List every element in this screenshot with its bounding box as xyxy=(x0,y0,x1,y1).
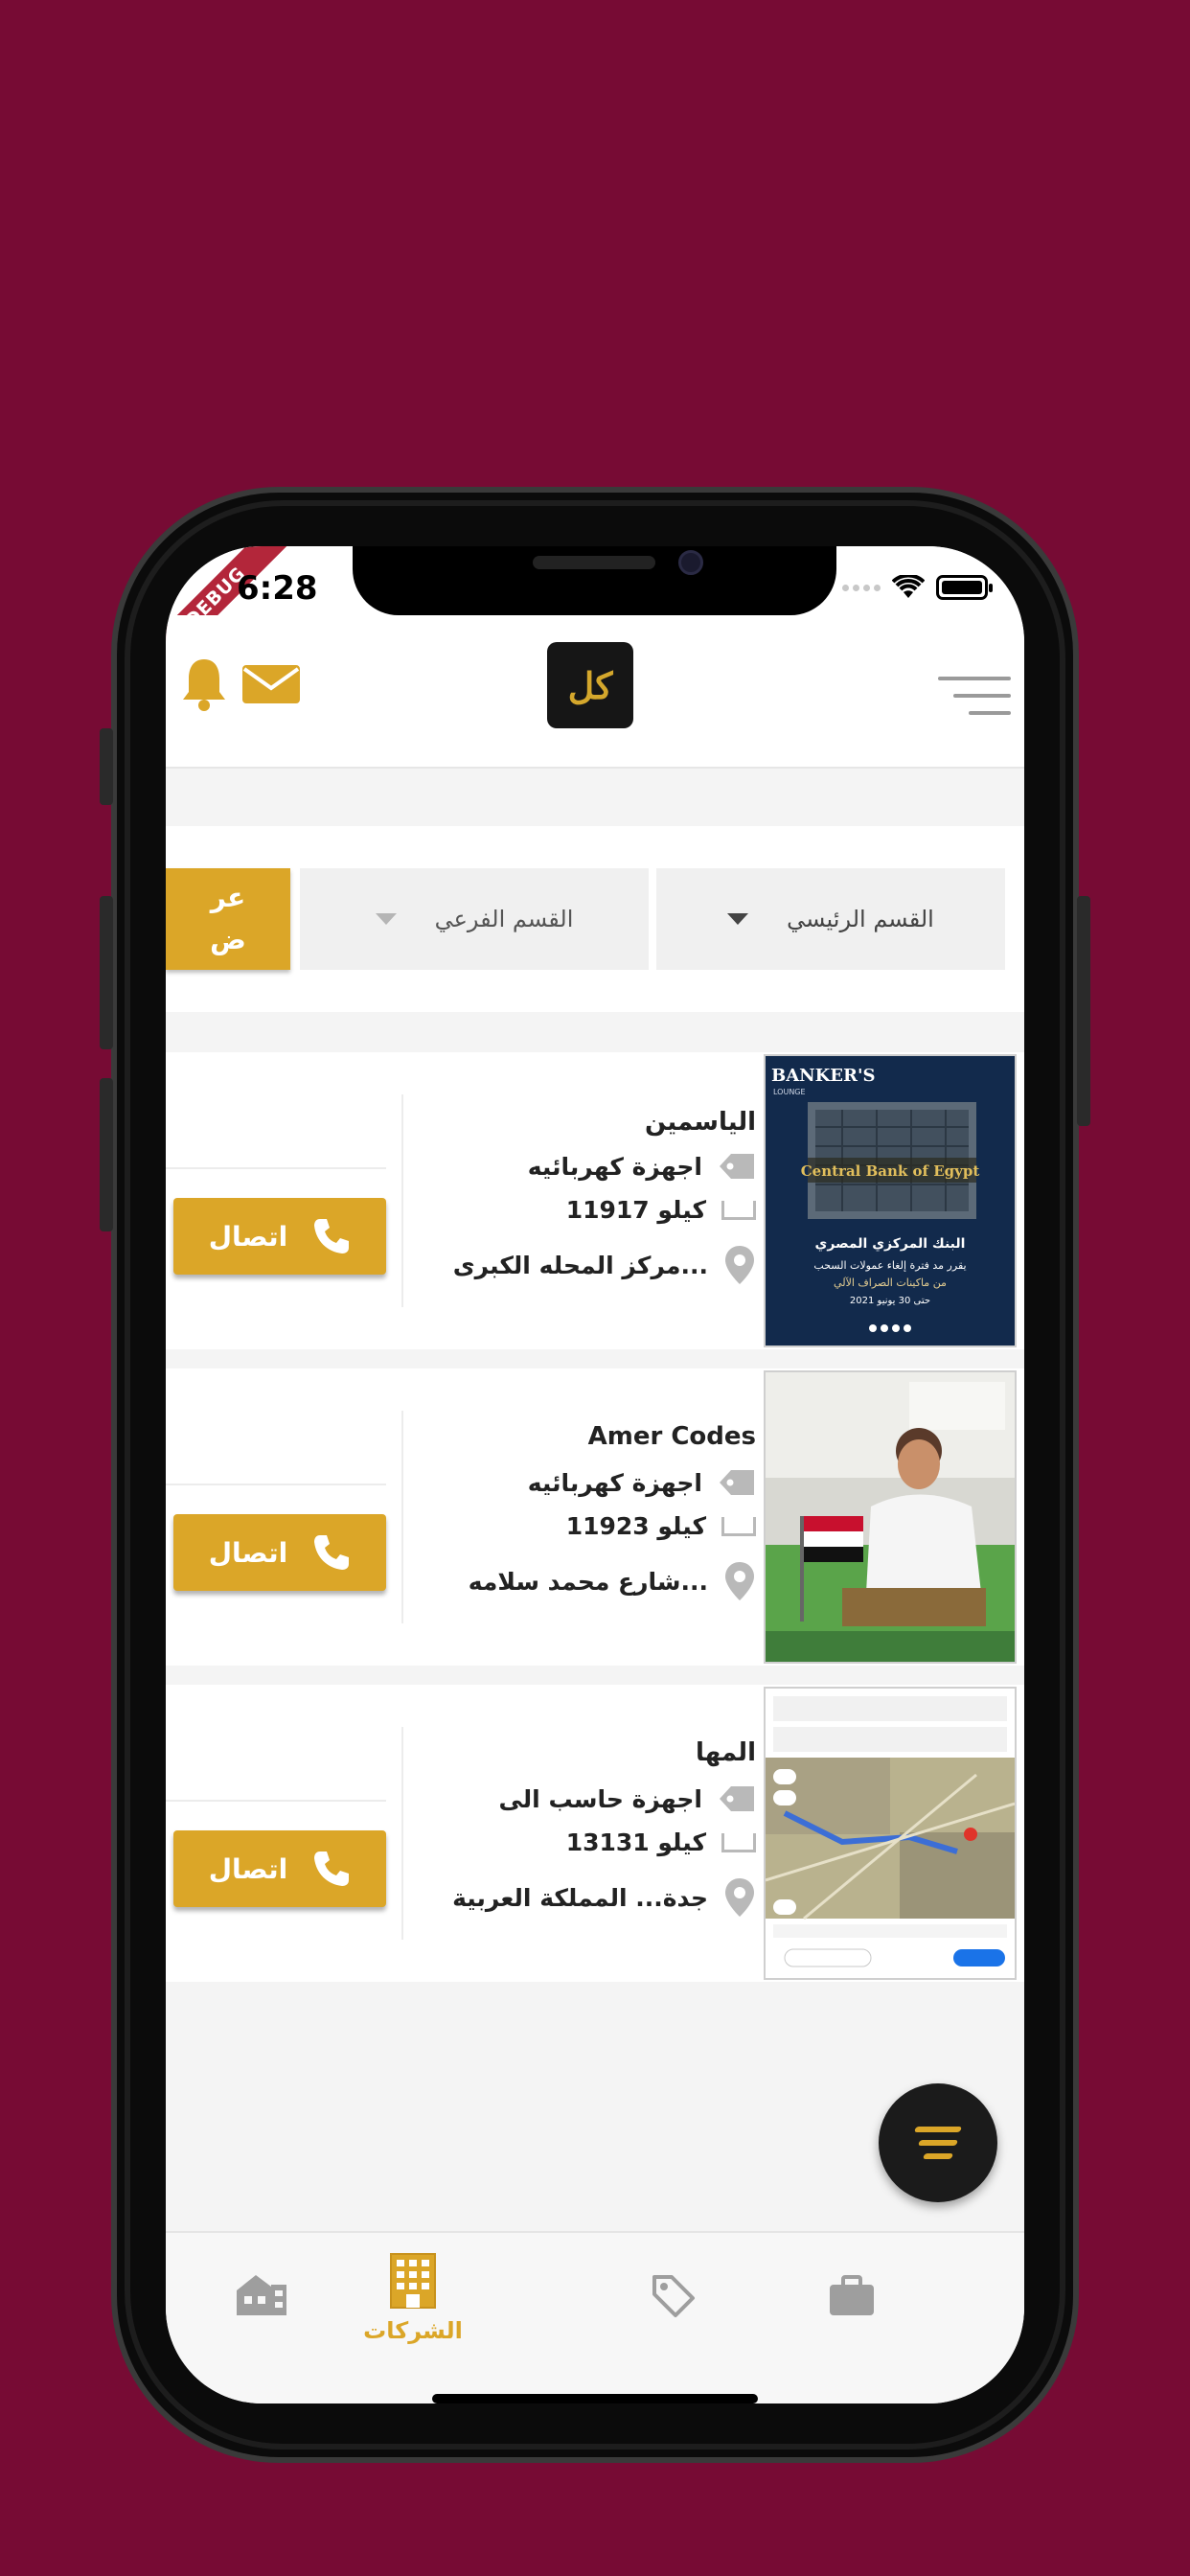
company-address: شارع محمد سلامه... xyxy=(468,1567,708,1596)
tag-icon xyxy=(720,1154,754,1179)
distance-icon xyxy=(721,1200,756,1220)
company-card[interactable]: Amer Codes اجهزة كهربائيه 11923 كيلو شار… xyxy=(166,1368,1024,1666)
power-button xyxy=(1077,896,1090,1126)
sub-category-value: القسم الفرعي xyxy=(434,906,574,932)
filter-sort-fab[interactable] xyxy=(879,2083,997,2202)
image-title-text: البنك المركزي المصري xyxy=(815,1236,966,1253)
company-image xyxy=(764,1687,1017,1980)
battery-icon xyxy=(936,575,993,600)
office-building-icon xyxy=(390,2253,436,2309)
buildings-icon xyxy=(237,2275,286,2315)
nav-offers[interactable] xyxy=(597,2273,750,2319)
location-pin-icon xyxy=(725,1562,754,1600)
distance-icon xyxy=(721,1516,756,1536)
company-category: اجهزة كهربائيه xyxy=(527,1468,702,1497)
company-name: الياسمين xyxy=(644,1108,756,1137)
company-category: اجهزة كهربائيه xyxy=(527,1152,702,1181)
notification-bell-icon[interactable] xyxy=(179,656,229,713)
company-name: Amer Codes xyxy=(587,1422,756,1451)
main-category-dropdown[interactable]: القسم الرئيسي xyxy=(656,868,1005,970)
nav-home[interactable] xyxy=(185,2271,338,2317)
main-category-value: القسم الرئيسي xyxy=(787,906,934,932)
company-category: اجهزة حاسب الى xyxy=(498,1784,702,1813)
company-image xyxy=(764,1370,1017,1664)
filter-bar: القسم الرئيسي القسم الفرعي عر ض xyxy=(166,826,1024,1012)
device-notch xyxy=(353,546,836,615)
call-button[interactable]: اتصال xyxy=(173,1514,386,1591)
company-address: مركز المحله الكبرى... xyxy=(452,1251,708,1279)
status-icons xyxy=(842,575,993,600)
nav-companies[interactable]: الشركات xyxy=(336,2252,490,2344)
call-button[interactable]: اتصال xyxy=(173,1830,386,1907)
company-distance: 13131 كيلو xyxy=(565,1828,706,1856)
wifi-icon xyxy=(892,575,925,598)
image-brand-text: BANKER'S xyxy=(771,1066,875,1086)
call-button-label: اتصال xyxy=(208,1852,288,1885)
phone-icon xyxy=(314,1219,350,1254)
show-button-label-line2: ض xyxy=(210,924,246,955)
location-pin-icon xyxy=(725,1878,754,1917)
nav-companies-label: الشركات xyxy=(363,2317,463,2344)
show-results-button[interactable]: عر ض xyxy=(166,868,290,970)
volume-up-button xyxy=(100,896,113,1049)
company-distance: 11923 كيلو xyxy=(565,1512,706,1540)
tag-icon xyxy=(720,1786,754,1811)
company-address: جدة... المملكة العربية xyxy=(452,1883,708,1912)
bottom-navigation: الشركات xyxy=(166,2231,1024,2404)
clock: 6:28 xyxy=(237,569,318,608)
app-screen: DEBUG 6:28 كل القسم الرئيسي القسم الفرعي… xyxy=(166,546,1024,2404)
company-image: BANKER'S LOUNGE Central Bank of Egypt ال… xyxy=(764,1054,1017,1347)
company-name: المها xyxy=(695,1738,756,1767)
company-card[interactable]: BANKER'S LOUNGE Central Bank of Egypt ال… xyxy=(166,1052,1024,1349)
hamburger-menu-icon[interactable] xyxy=(938,673,1011,721)
company-card[interactable]: المها اجهزة حاسب الى 13131 كيلو جدة... ا… xyxy=(166,1685,1024,1982)
distance-icon xyxy=(721,1832,756,1852)
messages-envelope-icon[interactable] xyxy=(240,661,302,707)
call-button[interactable]: اتصال xyxy=(173,1198,386,1275)
sub-category-dropdown[interactable]: القسم الفرعي xyxy=(300,868,649,970)
phone-icon xyxy=(314,1535,350,1570)
image-line1-text: يقرر مد فترة إلغاء عمولات السحب xyxy=(813,1259,966,1272)
call-button-label: اتصال xyxy=(208,1220,288,1253)
company-distance: 11917 كيلو xyxy=(565,1196,706,1224)
image-line3-text: حتى 30 يونيو 2021 xyxy=(850,1296,930,1306)
signal-dots-icon xyxy=(842,584,881,591)
briefcase-icon xyxy=(830,2275,874,2315)
app-logo: كل xyxy=(547,642,633,728)
show-button-label-line1: عر xyxy=(210,882,246,913)
image-sign-text: Central Bank of Egypt xyxy=(801,1162,980,1180)
dropdown-arrow-icon xyxy=(375,913,397,925)
home-indicator[interactable] xyxy=(432,2394,758,2404)
volume-down-button xyxy=(100,1078,113,1231)
call-button-label: اتصال xyxy=(208,1536,288,1569)
dropdown-arrow-icon xyxy=(727,913,749,925)
nav-jobs[interactable] xyxy=(775,2275,928,2317)
phone-icon xyxy=(314,1852,350,1886)
app-header: كل xyxy=(166,615,1024,769)
image-brand-sub: LOUNGE xyxy=(773,1088,806,1096)
tag-outline-icon xyxy=(652,2275,695,2317)
image-line2-text: من ماكينات الصراف الآلي xyxy=(834,1276,947,1289)
location-pin-icon xyxy=(725,1246,754,1284)
tag-icon xyxy=(720,1470,754,1495)
mute-switch xyxy=(100,728,113,805)
